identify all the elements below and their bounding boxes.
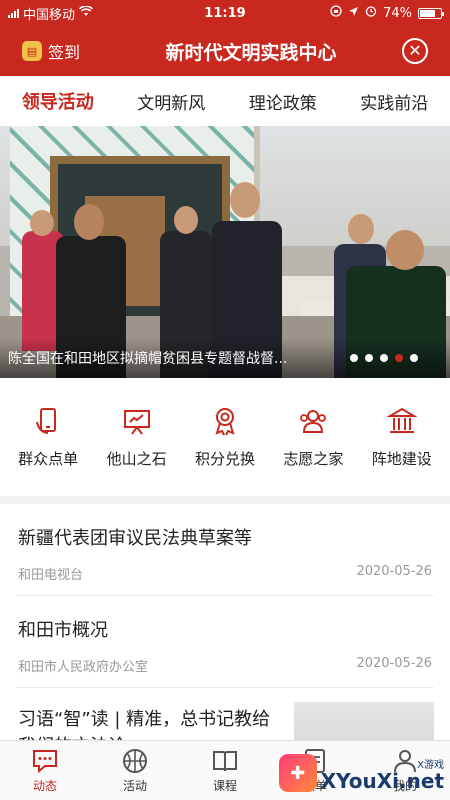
feature-label: 他山之石 (106, 449, 167, 468)
category-tabs: 领导活动 文明新风 理论政策 实践前沿 (0, 76, 450, 126)
book-icon (213, 751, 237, 772)
banner-person-head (30, 210, 54, 236)
feature-points-exchange[interactable]: 积分兑换 (181, 406, 269, 469)
battery-percent: 74% (383, 5, 412, 21)
checkin-button[interactable]: ▤ 签到 (0, 39, 120, 63)
rotation-lock-icon (330, 5, 342, 21)
wifi-icon (78, 4, 94, 21)
carousel-dot[interactable] (380, 354, 388, 362)
section-divider (0, 496, 450, 504)
tab-theory-policy[interactable]: 理论政策 (249, 83, 317, 120)
people-group-icon (300, 409, 327, 433)
news-item[interactable]: 新疆代表团审议民法典草案等 和田电视台 2020-05-26 (16, 504, 434, 596)
nav-label: 动态 (32, 779, 57, 793)
tab-civilization-new-trends[interactable]: 文明新风 (137, 83, 205, 120)
status-left: 中国移动 (8, 4, 330, 23)
presentation-board-icon (123, 409, 150, 435)
nav-item-dynamic[interactable]: 动态 (10, 747, 80, 794)
battery-fill (420, 9, 435, 17)
feature-label: 志愿之家 (283, 449, 344, 468)
news-source: 和田市人民政府办公室 (18, 660, 149, 675)
app-header: ▤ 签到 新时代文明实践中心 ✕ (0, 26, 450, 76)
checkin-label: 签到 (48, 43, 81, 62)
news-list: 新疆代表团审议民法典草案等 和田电视台 2020-05-26 和田市概况 和田市… (0, 504, 450, 762)
building-pillar-icon (386, 407, 417, 433)
chat-bubble-icon (33, 750, 57, 774)
status-bar: 中国移动 11:19 74% (0, 0, 450, 26)
carousel-dot[interactable] (350, 354, 358, 362)
basketball-icon (123, 749, 147, 773)
feature-other-stones[interactable]: 他山之石 (93, 406, 181, 469)
tab-practice-frontier[interactable]: 实践前沿 (360, 83, 428, 120)
carousel-dots (350, 354, 418, 362)
feature-label: 群众点单 (18, 449, 79, 468)
nav-item-activity[interactable]: 活动 (100, 747, 170, 794)
close-button[interactable]: ✕ (402, 38, 428, 64)
carousel-dot[interactable] (365, 354, 373, 362)
award-ribbon-icon (215, 407, 235, 435)
news-item[interactable]: 和田市概况 和田市人民政府办公室 2020-05-26 (16, 596, 434, 688)
banner-person-head (348, 214, 374, 244)
news-title: 新疆代表团审议民法典草案等 (18, 528, 252, 549)
banner-caption-bar: 陈全国在和田地区拟摘帽贫困县专题督战督... (0, 338, 450, 378)
phone-hand-icon (36, 407, 57, 434)
carousel-dot-active[interactable] (395, 354, 403, 362)
news-date: 2020-05-26 (356, 656, 432, 671)
watermark-brand: XYouXi.net (320, 768, 444, 793)
nav-label: 课程 (212, 779, 237, 793)
tab-leadership-activities[interactable]: 领导活动 (22, 82, 94, 120)
signal-icon (8, 8, 19, 18)
feature-label: 阵地建设 (371, 449, 432, 468)
banner-person-head (174, 206, 198, 234)
location-icon (348, 6, 359, 21)
gamepad-logo-icon: ✚ (278, 754, 317, 792)
close-icon: ✕ (408, 41, 422, 60)
banner-person-head (230, 182, 260, 218)
news-source: 和田电视台 (18, 568, 84, 583)
watermark-text-group: X游戏 XYouXi.net (321, 756, 444, 791)
carousel-dot[interactable] (410, 354, 418, 362)
banner-caption: 陈全国在和田地区拟摘帽贫困县专题督战督... (8, 351, 288, 367)
page-title: 新时代文明实践中心 (165, 41, 337, 64)
banner-person-head (74, 204, 104, 240)
battery-icon (418, 7, 444, 19)
nav-item-course[interactable]: 课程 (190, 747, 260, 794)
nav-label: 活动 (122, 779, 147, 793)
carrier-name: 中国移动 (23, 7, 76, 23)
status-right: 74% (330, 5, 444, 21)
site-watermark: ✚ X游戏 XYouXi.net (278, 754, 444, 792)
feature-mass-order[interactable]: 群众点单 (4, 406, 92, 469)
banner-carousel[interactable]: 陈全国在和田地区拟摘帽贫困县专题督战督... (0, 126, 450, 378)
banner-person-head (386, 230, 424, 270)
header-actions: ✕ (382, 38, 450, 64)
alarm-icon (365, 5, 377, 21)
checkin-icon: ▤ (22, 41, 42, 61)
feature-label: 积分兑换 (194, 449, 255, 468)
feature-position-building[interactable]: 阵地建设 (358, 406, 446, 469)
news-date: 2020-05-26 (356, 564, 432, 579)
feature-grid: 群众点单 他山之石 积分兑换 志愿之家 阵地建设 (0, 378, 450, 496)
feature-volunteer-home[interactable]: 志愿之家 (269, 406, 357, 469)
news-title: 和田市概况 (18, 620, 108, 641)
